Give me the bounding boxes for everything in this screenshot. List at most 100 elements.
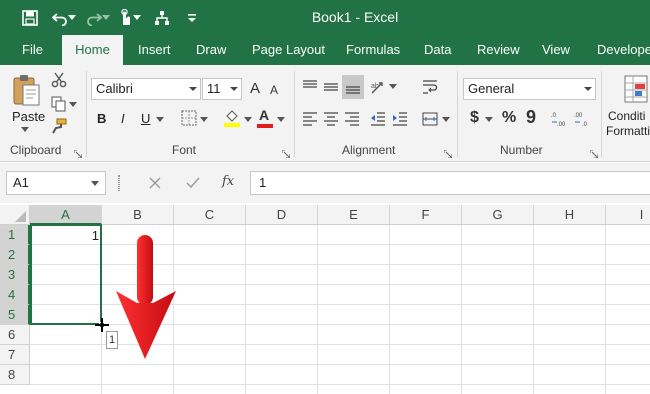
paste-icon[interactable] [8,71,44,111]
row-header-5[interactable]: 5 [0,305,30,325]
fill-color-dropdown-icon[interactable] [244,115,252,123]
italic-button[interactable]: I [121,111,125,126]
ribbon-tabs: File Home Insert Draw Page Layout Formul… [0,35,650,65]
paste-label[interactable]: Paste [12,109,45,124]
selection-range[interactable] [30,224,102,325]
gridline [245,225,246,394]
decrease-indent-icon[interactable] [368,109,388,129]
tab-formulas[interactable]: Formulas [346,35,400,65]
copy-dropdown-icon[interactable] [68,100,78,108]
column-header-h[interactable]: H [534,205,606,225]
chevron-down-icon[interactable] [91,181,99,186]
row-header-8[interactable]: 8 [0,365,30,385]
conditional-formatting-label-2[interactable]: Formatti [606,124,650,138]
column-header-i[interactable]: I [606,205,650,225]
underline-button[interactable]: U [141,111,150,126]
font-color-dropdown-icon[interactable] [277,115,285,123]
align-right-icon[interactable] [342,109,362,129]
wrap-text-icon[interactable] [420,77,440,97]
conditional-formatting-icon[interactable] [622,73,650,105]
align-center-icon[interactable] [321,109,341,129]
tab-view[interactable]: View [542,35,570,65]
svg-text:.00: .00 [574,113,583,119]
column-header-c[interactable]: C [174,205,246,225]
cut-icon[interactable] [50,71,68,89]
increase-indent-icon[interactable] [390,109,410,129]
font-launcher-icon[interactable] [281,147,291,159]
tab-data[interactable]: Data [424,35,451,65]
row-header-1[interactable]: 1 [0,225,30,245]
row-header-2[interactable]: 2 [0,245,30,265]
name-box-value: A1 [13,175,29,190]
underline-dropdown-icon[interactable] [156,115,164,123]
insert-function-button[interactable]: fx [222,174,234,189]
increase-font-size-button[interactable]: A [250,80,260,97]
tab-insert[interactable]: Insert [138,35,171,65]
font-name-dropdown[interactable]: Calibri [91,78,201,100]
column-header-f[interactable]: F [390,205,462,225]
column-header-e[interactable]: E [318,205,390,225]
row-header-7[interactable]: 7 [0,345,30,365]
font-size-value: 11 [207,81,221,96]
alignment-launcher-icon[interactable] [443,147,453,159]
column-header-d[interactable]: D [246,205,318,225]
number-group-label: Number [500,143,543,157]
increase-decimal-icon[interactable]: .0.00 [550,109,570,129]
gridline [30,384,650,385]
number-launcher-icon[interactable] [589,147,599,159]
chevron-down-icon [230,87,238,91]
merge-center-icon[interactable] [420,109,440,129]
font-size-dropdown[interactable]: 11 [202,78,242,100]
borders-dropdown-icon[interactable] [200,115,208,123]
tab-page-layout[interactable]: Page Layout [252,35,325,65]
align-bottom-icon[interactable] [342,75,364,99]
ribbon: Paste Clipboard Calibri 11 A A B I U A F… [0,65,650,162]
merge-dropdown-icon[interactable] [442,115,450,123]
row-header-4[interactable]: 4 [0,285,30,305]
align-top-icon[interactable] [300,77,320,97]
orientation-icon[interactable]: ab [368,77,388,97]
worksheet-grid[interactable]: A B C D E F G H I 1 2 3 4 5 6 7 8 1 1 [0,205,650,394]
tab-draw[interactable]: Draw [196,35,226,65]
paste-dropdown-icon[interactable] [20,125,30,133]
align-left-icon[interactable] [300,109,320,129]
row-header-6[interactable]: 6 [0,325,30,345]
clipboard-launcher-icon[interactable] [73,147,83,159]
copy-icon[interactable] [50,95,68,113]
borders-icon[interactable] [180,109,198,127]
tab-home[interactable]: Home [62,35,123,65]
conditional-formatting-label[interactable]: Conditi [608,109,645,123]
gridline [389,225,390,394]
fill-color-icon[interactable] [222,107,242,129]
formula-bar-splitter[interactable] [118,175,120,191]
column-header-g[interactable]: G [462,205,534,225]
cancel-icon[interactable] [145,173,165,193]
currency-dropdown-icon[interactable] [485,115,493,123]
currency-button[interactable]: $ [470,109,479,127]
orientation-dropdown-icon[interactable] [389,82,397,90]
number-format-dropdown[interactable]: General [463,78,596,100]
align-middle-icon[interactable] [321,77,341,97]
font-group-label: Font [172,143,197,157]
title-bar: Book1 - Excel [0,0,650,35]
column-header-b[interactable]: B [102,205,174,225]
number-format-value: General [468,81,515,96]
select-all-button[interactable] [0,205,30,225]
tab-review[interactable]: Review [477,35,520,65]
comma-style-button[interactable]: 9 [526,107,536,128]
format-painter-icon[interactable] [50,117,68,135]
enter-icon[interactable] [183,173,203,193]
gridline [317,225,318,394]
column-header-a[interactable]: A [30,205,102,225]
formula-input[interactable]: 1 [250,171,650,195]
bold-button[interactable]: B [97,111,106,126]
tab-developer[interactable]: Developer [597,35,650,65]
row-header-3[interactable]: 3 [0,265,30,285]
name-box[interactable]: A1 [6,171,106,195]
chevron-down-icon [189,87,197,91]
decrease-decimal-icon[interactable]: .00 .0 [573,109,593,129]
font-color-button[interactable]: A [259,107,269,123]
decrease-font-size-button[interactable]: A [270,83,278,97]
percent-button[interactable]: % [502,109,516,127]
tab-file[interactable]: File [22,35,43,65]
